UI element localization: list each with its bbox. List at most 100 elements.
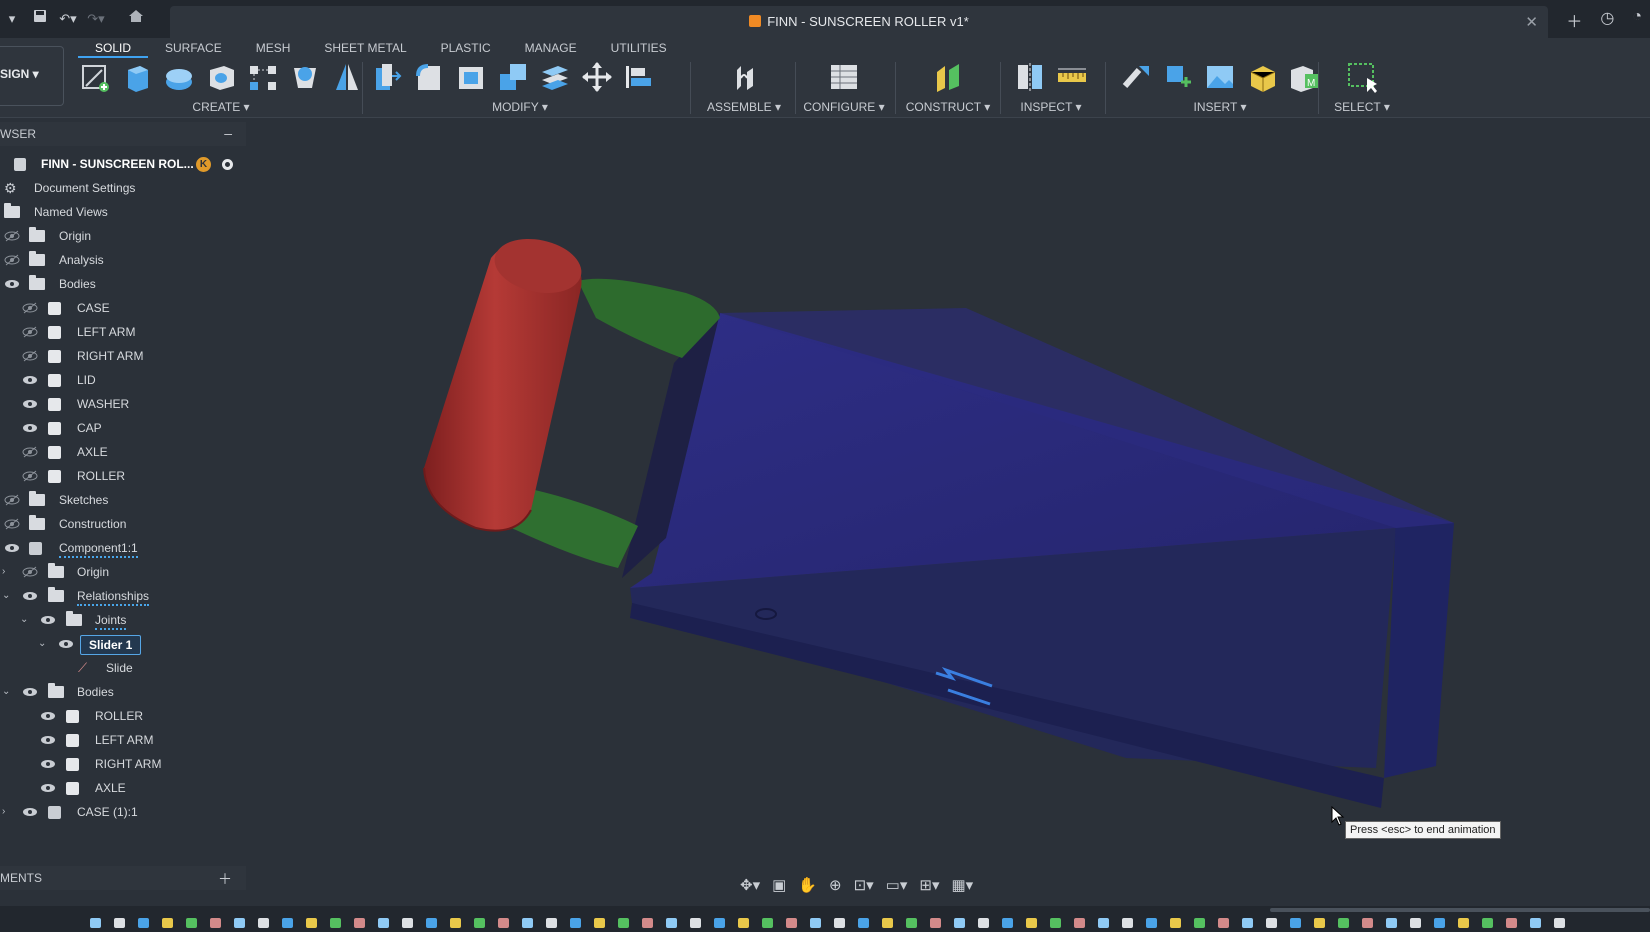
tab-surface[interactable]: SURFACE [148, 38, 239, 58]
job-status-icon[interactable]: ◷ [1600, 8, 1614, 32]
timeline-feature-icon[interactable] [474, 918, 485, 928]
tree-item-component-bodies[interactable]: ⌄ Bodies [0, 680, 246, 704]
insert-derive-icon[interactable] [1119, 60, 1153, 94]
tree-item-relationships[interactable]: ⌄ Relationships [0, 584, 246, 608]
insert-mesh-icon[interactable] [1245, 60, 1279, 94]
decal-icon[interactable] [1161, 60, 1195, 94]
look-at-icon[interactable]: ▣ [772, 876, 786, 894]
revolve-icon[interactable] [162, 60, 196, 94]
viewports-icon[interactable]: ▦▾ [951, 876, 973, 894]
create-menu[interactable]: CREATE ▾ [78, 100, 364, 114]
eye-hidden-icon[interactable] [4, 254, 20, 266]
tree-body-c-left-arm[interactable]: LEFT ARM [0, 728, 246, 752]
tree-item-slider-joint[interactable]: ⌄ Slider 1 [0, 632, 246, 656]
timeline-feature-icon[interactable] [954, 918, 965, 928]
timeline-feature-icon[interactable] [786, 918, 797, 928]
timeline-feature-icon[interactable] [114, 918, 125, 928]
insert-menu[interactable]: INSERT ▾ [1110, 100, 1330, 114]
chevron-right-icon[interactable]: › [2, 800, 12, 824]
document-tab[interactable]: FINN - SUNSCREEN ROLLER v1* ✕ [170, 6, 1548, 38]
timeline-feature-icon[interactable] [1146, 918, 1157, 928]
eye-hidden-icon[interactable] [22, 470, 38, 482]
timeline-feature-icon[interactable] [1314, 918, 1325, 928]
split-body-icon[interactable] [538, 60, 572, 94]
timeline-feature-icon[interactable] [210, 918, 221, 928]
section-analysis-icon[interactable] [1013, 60, 1047, 94]
timeline-bar[interactable] [0, 906, 1650, 932]
menu-chevron-icon[interactable]: ▾ [2, 9, 22, 29]
eye-icon[interactable] [22, 806, 38, 818]
timeline-feature-icon[interactable] [1338, 918, 1349, 928]
timeline-feature-icon[interactable] [1554, 918, 1565, 928]
workspace-switcher[interactable]: SIGN ▾ [0, 46, 64, 106]
save-icon[interactable] [30, 9, 50, 29]
eye-hidden-icon[interactable] [22, 566, 38, 578]
timeline-feature-icon[interactable] [1170, 918, 1181, 928]
eye-icon[interactable] [22, 398, 38, 410]
combine-icon[interactable] [496, 60, 530, 94]
timeline-feature-icon[interactable] [546, 918, 557, 928]
eye-icon[interactable] [4, 542, 20, 554]
timeline-scroll-thumb[interactable] [1270, 908, 1650, 912]
tree-item-sketches[interactable]: Sketches [0, 488, 246, 512]
tree-root[interactable]: FINN - SUNSCREEN ROL... K [0, 152, 246, 176]
tree-body-left-arm[interactable]: LEFT ARM [0, 320, 246, 344]
timeline-feature-icon[interactable] [1026, 918, 1037, 928]
close-tab-icon[interactable]: ✕ [1525, 13, 1538, 31]
inspect-menu[interactable]: INSPECT ▾ [1005, 100, 1097, 114]
timeline-feature-icon[interactable] [1122, 918, 1133, 928]
timeline-feature-icon[interactable] [90, 918, 101, 928]
timeline-feature-icon[interactable] [834, 918, 845, 928]
timeline-feature-icon[interactable] [762, 918, 773, 928]
tree-item-origin[interactable]: Origin [0, 224, 246, 248]
tree-item-analysis[interactable]: Analysis [0, 248, 246, 272]
timeline-feature-icon[interactable] [1050, 918, 1061, 928]
fillet-icon[interactable] [412, 60, 446, 94]
timeline-feature-icon[interactable] [1386, 918, 1397, 928]
tree-body-axle[interactable]: AXLE [0, 440, 246, 464]
joint-icon[interactable] [727, 60, 761, 94]
timeline-feature-icon[interactable] [594, 918, 605, 928]
eye-icon[interactable] [22, 374, 38, 386]
offset-plane-icon[interactable] [931, 60, 965, 94]
create-sketch-icon[interactable] [78, 60, 112, 94]
tree-body-c-right-arm[interactable]: RIGHT ARM [0, 752, 246, 776]
timeline-feature-icon[interactable] [306, 918, 317, 928]
canvas-icon[interactable] [1203, 60, 1237, 94]
timeline-feature-icon[interactable] [426, 918, 437, 928]
tab-solid[interactable]: SOLID [78, 38, 149, 58]
timeline-feature-icon[interactable] [1482, 918, 1493, 928]
canvas-viewport[interactable] [246, 118, 1650, 898]
tree-item-construction[interactable]: Construction [0, 512, 246, 536]
measure-icon[interactable] [1055, 60, 1089, 94]
timeline-feature-icon[interactable] [1194, 918, 1205, 928]
undo-icon[interactable]: ↶▾ [58, 9, 78, 29]
home-icon[interactable] [126, 9, 146, 29]
assemble-menu[interactable]: ASSEMBLE ▾ [700, 100, 788, 114]
tab-utilities[interactable]: UTILITIES [594, 38, 684, 58]
activate-radio-icon[interactable] [222, 159, 233, 170]
eye-hidden-icon[interactable] [22, 446, 38, 458]
timeline-feature-icon[interactable] [1458, 918, 1469, 928]
timeline-feature-icon[interactable] [1410, 918, 1421, 928]
timeline-feature-icon[interactable] [402, 918, 413, 928]
timeline-feature-icon[interactable] [882, 918, 893, 928]
timeline-feature-icon[interactable] [642, 918, 653, 928]
timeline-feature-icon[interactable] [1002, 918, 1013, 928]
pattern-icon[interactable] [246, 60, 280, 94]
zoom-icon[interactable]: ⊕ [829, 876, 842, 894]
new-tab-icon[interactable]: ＋ [1566, 8, 1582, 32]
timeline-feature-icon[interactable] [690, 918, 701, 928]
timeline-feature-icon[interactable] [930, 918, 941, 928]
timeline-feature-icon[interactable] [186, 918, 197, 928]
timeline-feature-icon[interactable] [618, 918, 629, 928]
add-comment-icon[interactable]: ＋ [218, 869, 232, 889]
eye-icon[interactable] [40, 734, 56, 746]
timeline-feature-icon[interactable] [450, 918, 461, 928]
select-box-icon[interactable] [1345, 60, 1379, 94]
eye-icon[interactable] [22, 422, 38, 434]
chevron-down-icon[interactable]: ⌄ [20, 608, 30, 632]
eye-hidden-icon[interactable] [22, 326, 38, 338]
eye-icon[interactable] [40, 710, 56, 722]
timeline-feature-icon[interactable] [738, 918, 749, 928]
